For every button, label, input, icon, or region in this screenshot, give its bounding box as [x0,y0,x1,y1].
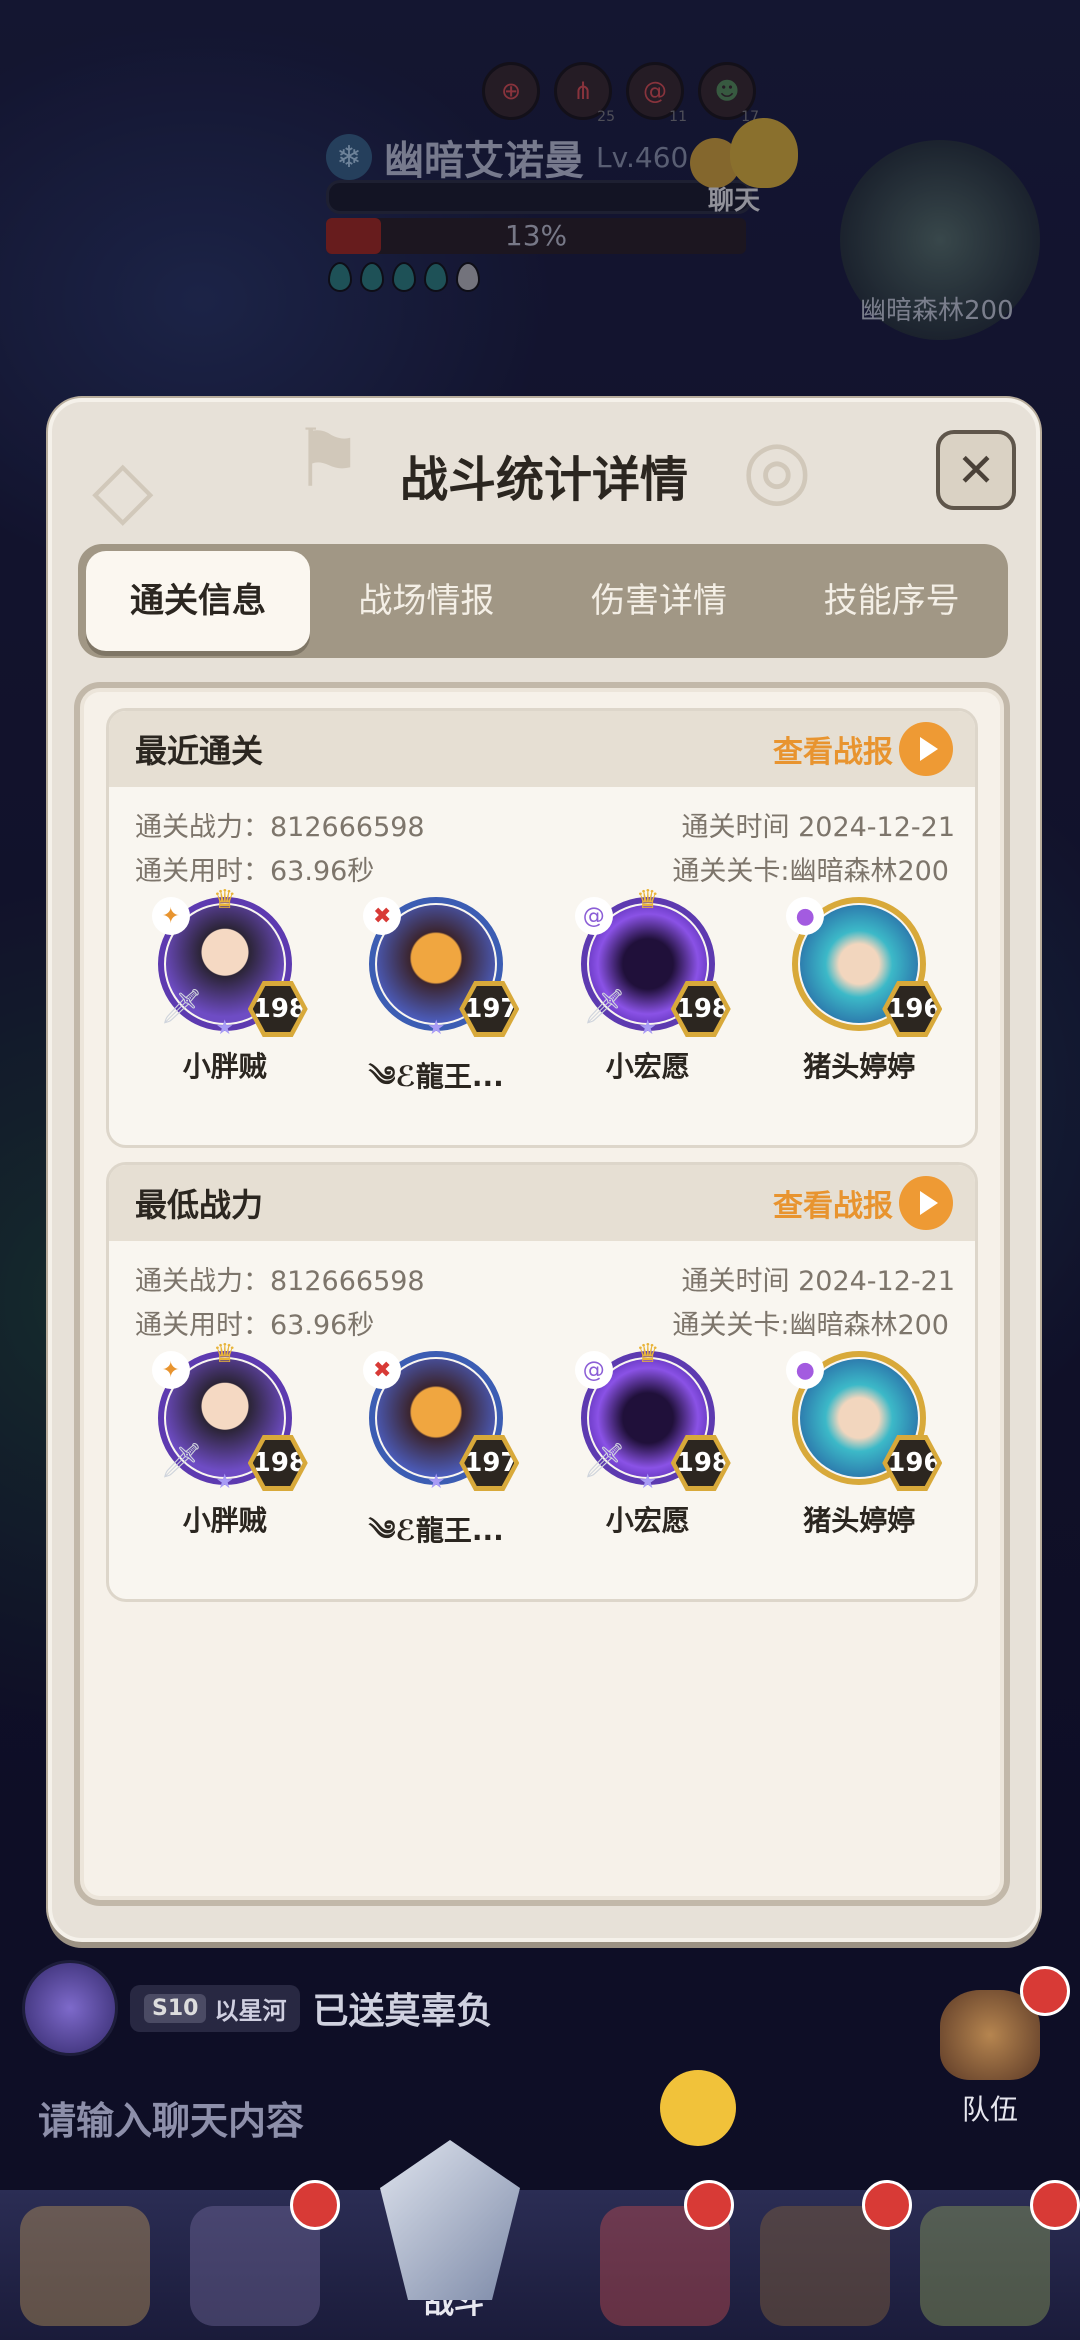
clear-time: 通关时间 2024-12-21 [681,812,956,843]
tab-clear-info[interactable]: 通关信息 [86,551,310,651]
hero-slot[interactable]: ♛ @ 🗡 198 ★ 小宏愿 [553,885,743,1124]
sword-icon: 🗡 [159,987,203,1027]
hero-slot[interactable]: ● 196 猪头婷婷 [764,897,954,1124]
wind-element-icon: @ [574,1351,613,1389]
wind-element-icon: @ [574,897,613,935]
notification-dot [1030,2180,1080,2230]
close-icon: ✕ [956,443,996,497]
card-title: 最近通关 [135,732,264,770]
star-icon: ★ [215,1015,234,1039]
crown-icon: ♛ [636,885,660,915]
play-icon [899,722,953,776]
sword-icon: 🗡 [582,1441,626,1481]
battle-stats-modal: ◇ ⚑ ◎ 战斗统计详情 ✕ 通关信息 战场情报 伤害详情 技能序号 最近通关 … [48,398,1040,1942]
card-header: 最低战力 查看战报 [109,1165,975,1241]
clear-power: 通关战力：812666598 [135,1266,425,1297]
hero-portrait: ♛ @ 🗡 198 ★ [574,885,731,1039]
tab-battlefield-intel[interactable]: 战场情报 [310,551,543,651]
fire-element-icon: ✦ [151,1351,190,1389]
chat-input[interactable]: 请输入聊天内容 [38,2090,304,2145]
team-button[interactable]: 队伍 [940,1990,1040,2128]
crown-icon: ♛ [213,1339,237,1369]
hero-name: ༄ℰ龍王... [368,1514,504,1547]
hero-slot[interactable]: ♛ ✦ 🗡 198 ★ 小胖贼 [130,885,320,1124]
clear-info: 通关战力：812666598 通关时间 2024-12-21 通关用时：63.9… [109,787,975,897]
tab-bar: 通关信息 战场情报 伤害详情 技能序号 [78,544,1008,658]
season-badge: S10 以星河 [130,1984,301,2032]
notification-dot [684,2180,734,2230]
hero-portrait: ✖ 197 ★ [363,897,520,1039]
hero-slot[interactable]: ✖ 197 ★ ༄ℰ龍王... [341,897,531,1124]
crown-icon: ♛ [636,1339,660,1369]
clear-stage: 通关关卡:幽暗森林200 [672,856,949,887]
clear-power: 通关战力：812666598 [135,812,425,843]
hero-name: ༄ℰ龍王... [368,1060,504,1093]
star-icon: ★ [427,1015,446,1039]
notification-dot [862,2180,912,2230]
bottom-nav: 战斗 [0,2190,1080,2340]
modal-title: 战斗统计详情 [399,452,688,508]
view-report-button[interactable]: 查看战报 [773,1176,953,1230]
close-button[interactable]: ✕ [936,430,1016,510]
clear-time: 通关时间 2024-12-21 [681,1266,956,1297]
lowest-power-card: 最低战力 查看战报 通关战力：812666598 通关时间 2024-12-21… [106,1162,978,1602]
card-header: 最近通关 查看战报 [109,711,975,787]
hero-name: 猪头婷婷 [803,1504,916,1537]
hero-name: 小胖贼 [182,1504,267,1537]
star-icon: ★ [427,1469,446,1493]
tab-skill-order[interactable]: 技能序号 [775,551,1008,651]
content-panel: 最近通关 查看战报 通关战力：812666598 通关时间 2024-12-21… [74,682,1010,1906]
chat-message-row: S10 以星河 已送莫辜负 [22,1960,492,2056]
notification-dot [1020,1966,1070,2016]
play-icon [899,1176,953,1230]
hero-name: 猪头婷婷 [803,1050,916,1083]
hero-name: 小胖贼 [182,1050,267,1083]
hero-name: 小宏愿 [605,1050,690,1083]
view-report-label: 查看战报 [773,1189,893,1224]
star-icon: ★ [638,1015,657,1039]
hero-list: ♛ ✦ 🗡 198 ★ 小胖贼 ✖ 197 ★ ༄ℰ龍王... ♛ @ 🗡 19… [109,1339,975,1578]
hero-slot[interactable]: ♛ ✦ 🗡 198 ★ 小胖贼 [130,1339,320,1578]
season-label: S10 [144,1993,207,2023]
sword-icon: 🗡 [159,1441,203,1481]
hero-slot[interactable]: ● 196 猪头婷婷 [764,1351,954,1578]
clear-stage: 通关关卡:幽暗森林200 [672,1310,949,1341]
nav-item-adventure[interactable] [920,2206,1050,2326]
hero-portrait: ✖ 197 ★ [363,1351,520,1493]
crown-icon: ♛ [213,885,237,915]
clear-duration: 通关用时：63.96秒 [135,1310,375,1341]
avatar[interactable] [22,1960,118,2056]
fire-element-icon: ✦ [151,897,190,935]
hero-slot[interactable]: ♛ @ 🗡 198 ★ 小宏愿 [553,1339,743,1578]
star-icon: ★ [638,1469,657,1493]
sword-icon: 🗡 [582,987,626,1027]
recent-clear-card: 最近通关 查看战报 通关战力：812666598 通关时间 2024-12-21… [106,708,978,1148]
hero-portrait: ♛ ✦ 🗡 198 ★ [151,1339,308,1493]
clear-info: 通关战力：812666598 通关时间 2024-12-21 通关用时：63.9… [109,1241,975,1351]
arcane-element-icon: ● [786,897,825,935]
sender-name: 以星河 [214,1996,287,2025]
view-report-button[interactable]: 查看战报 [773,722,953,776]
fire-element-icon: ✖ [363,1351,402,1389]
hero-portrait: ● 196 [786,1351,943,1491]
hero-list: ♛ ✦ 🗡 198 ★ 小胖贼 ✖ 197 ★ ༄ℰ龍王... ♛ @ 🗡 19… [109,885,975,1124]
arcane-element-icon: ● [786,1351,825,1389]
hero-portrait: ♛ ✦ 🗡 198 ★ [151,885,308,1039]
hero-slot[interactable]: ✖ 197 ★ ༄ℰ龍王... [341,1351,531,1578]
fire-element-icon: ✖ [363,897,402,935]
team-label: 队伍 [961,2093,1018,2126]
clear-duration: 通关用时：63.96秒 [135,856,375,887]
emoji-icon[interactable] [660,2070,736,2146]
view-report-label: 查看战报 [773,735,893,770]
card-title: 最低战力 [135,1186,264,1224]
hero-name: 小宏愿 [605,1504,690,1537]
star-icon: ★ [215,1469,234,1493]
notification-dot [290,2180,340,2230]
hero-portrait: ● 196 [786,897,943,1037]
tab-damage-details[interactable]: 伤害详情 [543,551,776,651]
nav-item-camp[interactable] [20,2206,150,2326]
chat-message: 已送莫辜负 [312,1991,493,2032]
hero-portrait: ♛ @ 🗡 198 ★ [574,1339,731,1493]
